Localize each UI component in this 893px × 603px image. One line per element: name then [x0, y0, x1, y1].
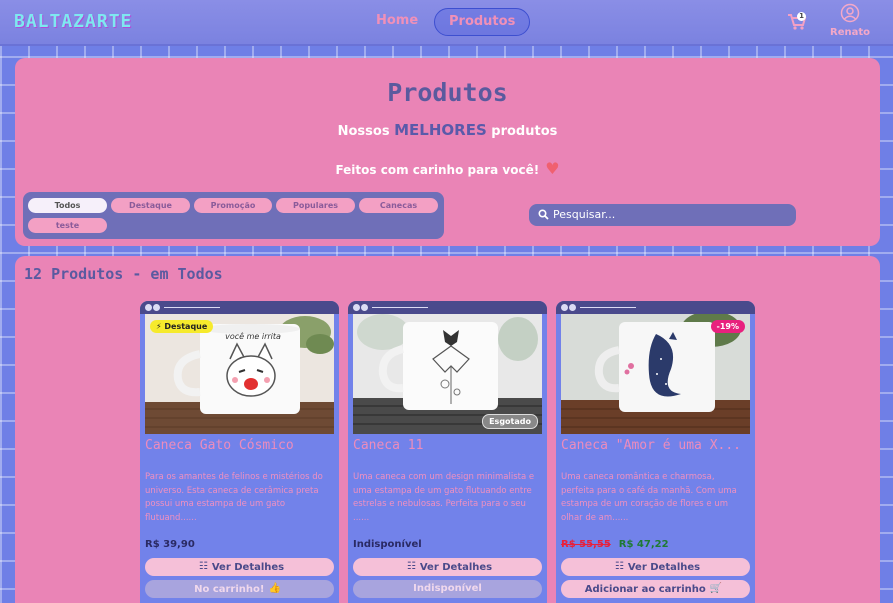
svg-text:você me irrita: você me irrita	[225, 331, 281, 341]
in-cart-button[interactable]: No carrinho! 👍	[145, 580, 334, 598]
product-description: Para os amantes de felinos e mistérios d…	[145, 472, 323, 523]
search-icon	[538, 209, 549, 220]
discount-badge: -19%	[710, 320, 745, 333]
filter-teste[interactable]: teste	[28, 218, 107, 233]
window-dot	[561, 304, 568, 311]
thumbs-up-icon: 👍	[268, 583, 281, 594]
filter-canecas[interactable]: Canecas	[359, 198, 438, 213]
product-image[interactable]: você me irrita ⚡ Destaque	[145, 314, 334, 434]
filter-todos[interactable]: Todos	[28, 198, 107, 213]
window-dot	[353, 304, 360, 311]
window-dot	[145, 304, 152, 311]
new-price: R$ 47,22	[618, 539, 669, 550]
old-price: R$ 55,55	[561, 539, 611, 550]
product-image[interactable]: Esgotado	[353, 314, 542, 434]
user-icon[interactable]	[840, 3, 860, 23]
window-bar-line	[372, 307, 428, 308]
window-dot	[153, 304, 160, 311]
product-price: Indisponível	[353, 539, 422, 550]
window-bar-line	[580, 307, 636, 308]
user-name[interactable]: Renato	[822, 27, 878, 38]
list-icon: ☷	[198, 561, 208, 572]
site-logo[interactable]: BALTAZARTE	[14, 11, 132, 32]
subtitle-highlight: MELHORES	[394, 121, 487, 139]
cart-count-badge: 1	[797, 12, 806, 21]
product-card[interactable]: você me irrita ⚡ Destaque Caneca Gato Có…	[140, 301, 339, 603]
filter-promocao[interactable]: Promoção	[194, 198, 272, 213]
top-navbar: BALTAZARTE Home Produtos 1 Renato	[0, 0, 893, 46]
filter-populares[interactable]: Populares	[276, 198, 355, 213]
product-title[interactable]: Caneca Gato Cósmico	[145, 438, 334, 453]
category-filters: Todos Destaque Promoção Populares Caneca…	[23, 192, 444, 239]
product-price: R$ 55,55 R$ 47,22	[561, 539, 669, 550]
product-description: Uma caneca romântica e charmosa, perfeit…	[561, 472, 737, 523]
products-count-title: 12 Produtos - em Todos	[24, 265, 223, 283]
nav-home[interactable]: Home	[362, 8, 432, 36]
filter-destaque[interactable]: Destaque	[111, 198, 190, 213]
product-description: Uma caneca com um design minimalista e u…	[353, 472, 535, 523]
subtitle-pre: Nossos	[337, 124, 390, 139]
hero-panel: Produtos Nossos MELHORES produtos Feitos…	[15, 58, 880, 246]
card-window-bar	[556, 301, 755, 314]
view-details-button[interactable]: ☷ Ver Detalhes	[561, 558, 750, 576]
window-dot	[569, 304, 576, 311]
window-bar-line	[164, 307, 220, 308]
destaque-badge: ⚡ Destaque	[150, 320, 214, 333]
product-price: R$ 39,90	[145, 539, 195, 550]
cart-icon: 🛒	[709, 583, 723, 594]
product-card[interactable]: -19% Caneca "Amor é uma X... Uma caneca …	[556, 301, 755, 603]
add-to-cart-button[interactable]: Adicionar ao carrinho 🛒	[561, 580, 750, 598]
window-dot	[361, 304, 368, 311]
hero-tagline: Feitos com carinho para você! ♥	[15, 159, 880, 178]
tagline-text: Feitos com carinho para você!	[335, 163, 540, 177]
card-window-bar	[140, 301, 339, 314]
view-details-button[interactable]: ☷ Ver Detalhes	[145, 558, 334, 576]
hero-subtitle: Nossos MELHORES produtos	[15, 121, 880, 139]
view-details-button[interactable]: ☷ Ver Detalhes	[353, 558, 542, 576]
product-title[interactable]: Caneca "Amor é uma X...	[561, 438, 750, 453]
product-image[interactable]: -19%	[561, 314, 750, 434]
product-title[interactable]: Caneca 11	[353, 438, 542, 453]
esgotado-badge: Esgotado	[482, 414, 538, 429]
card-window-bar	[348, 301, 547, 314]
page-title: Produtos	[387, 78, 508, 107]
unavailable-button: Indisponível	[353, 580, 542, 598]
product-card[interactable]: Esgotado Caneca 11 Uma caneca com um des…	[348, 301, 547, 603]
search-input[interactable]: Pesquisar...	[529, 204, 796, 226]
list-icon: ☷	[614, 561, 624, 572]
nav-produtos[interactable]: Produtos	[434, 8, 531, 36]
heart-icon: ♥	[545, 159, 560, 178]
list-icon: ☷	[406, 561, 416, 572]
subtitle-post: produtos	[491, 124, 558, 139]
products-panel: 12 Produtos - em Todos você me irrita ⚡ …	[15, 256, 880, 603]
